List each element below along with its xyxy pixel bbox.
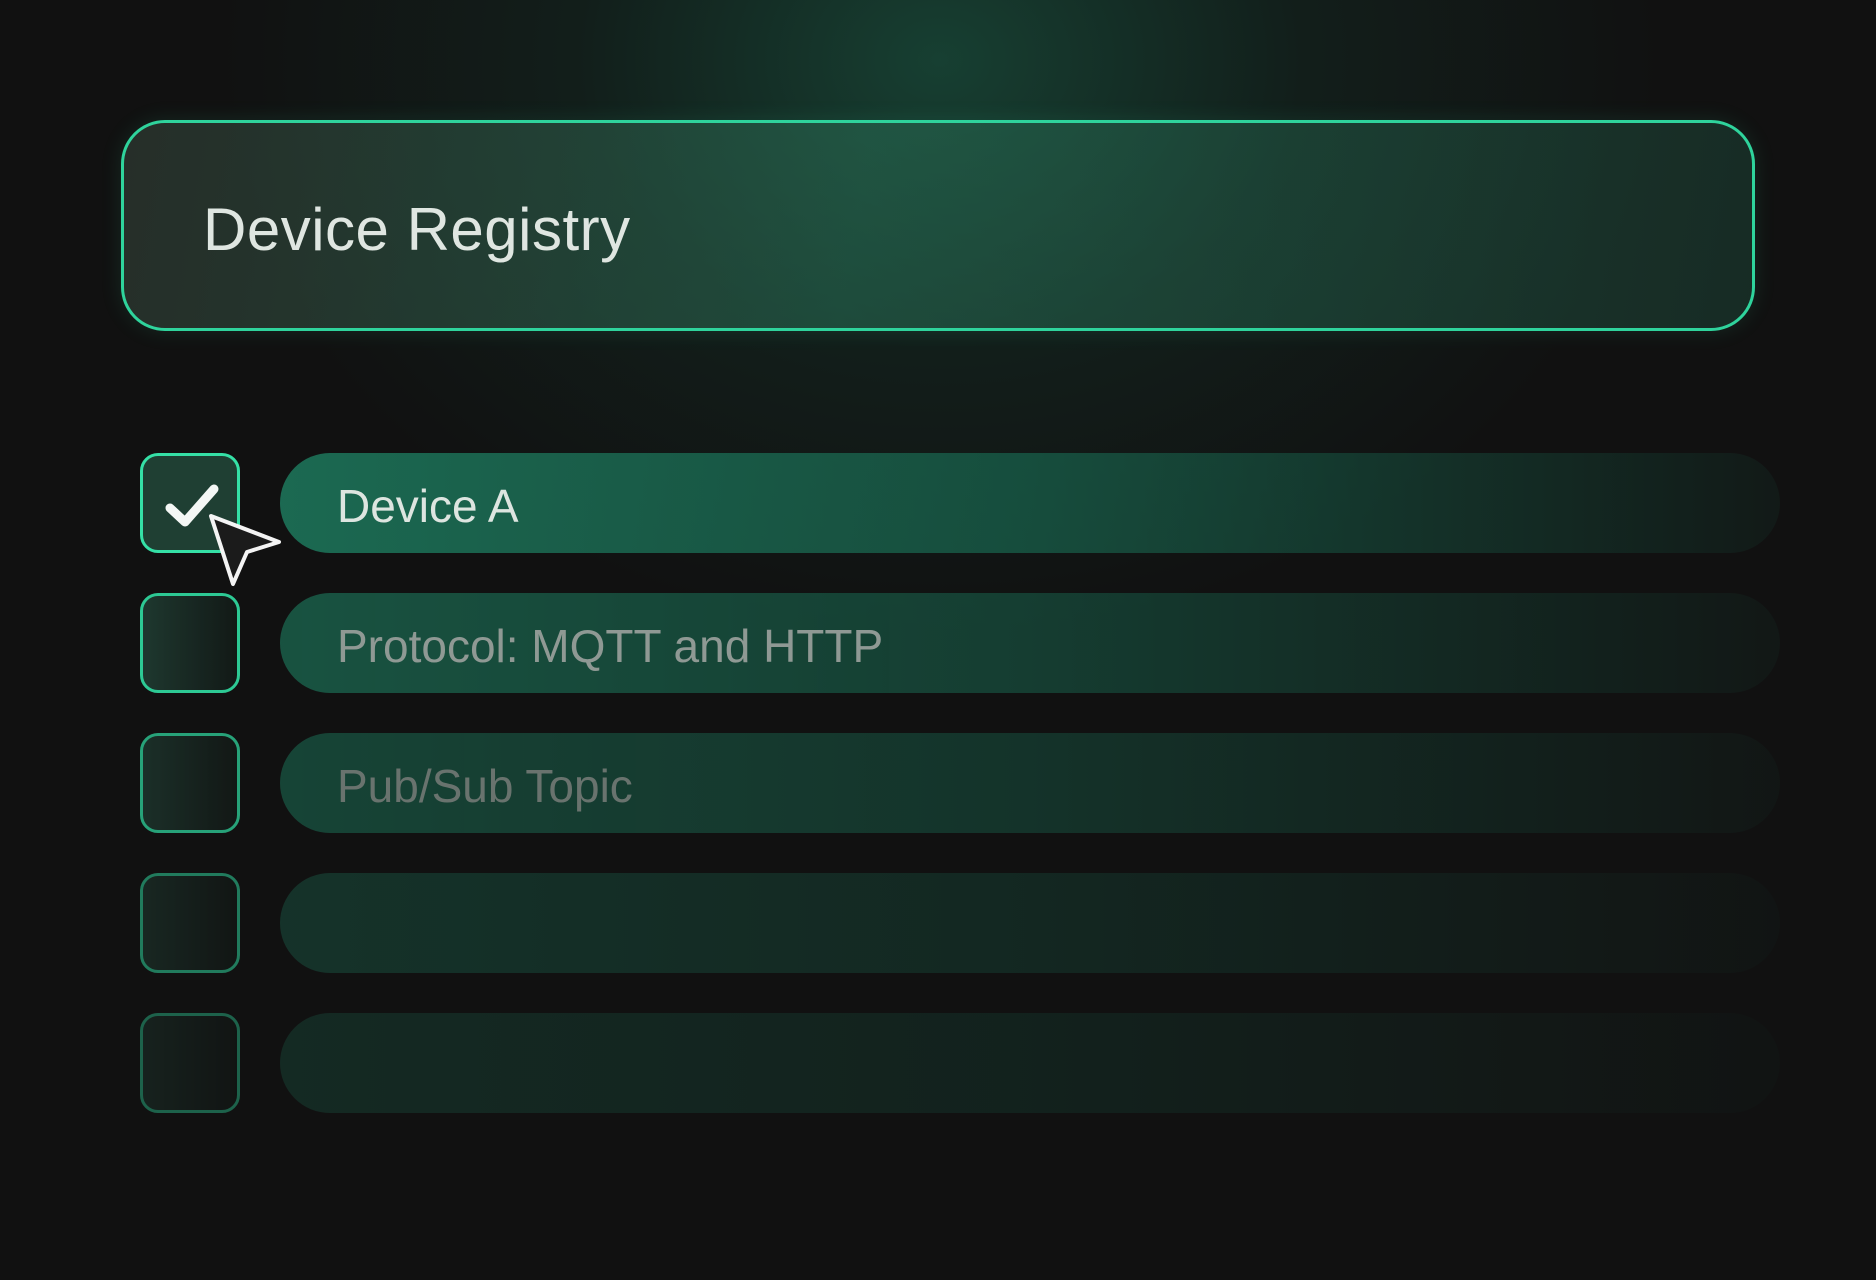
list-item-label: Device A [337, 480, 519, 532]
registry-panel: Device Registry Device A Protocol: MQTT … [0, 0, 1876, 1280]
list-item-bar[interactable]: Protocol: MQTT and HTTP [280, 593, 1780, 693]
checkbox[interactable] [140, 873, 240, 973]
checkbox[interactable] [140, 1013, 240, 1113]
list-item-device-a[interactable]: Device A [140, 453, 1780, 553]
list-item-bar[interactable]: Device A [280, 453, 1780, 553]
header-card: Device Registry [121, 120, 1755, 331]
list-item-label: Protocol: MQTT and HTTP [337, 620, 884, 672]
page-title: Device Registry [203, 196, 631, 263]
list-item-empty[interactable] [140, 873, 1780, 973]
cursor-pointer-icon [209, 514, 281, 586]
list-item-bar[interactable] [280, 1013, 1780, 1113]
checkbox[interactable] [140, 593, 240, 693]
list-item-bar[interactable]: Pub/Sub Topic [280, 733, 1780, 833]
list-item-label: Pub/Sub Topic [337, 760, 633, 812]
list-item-bar[interactable] [280, 873, 1780, 973]
checkbox[interactable] [140, 733, 240, 833]
list-item-protocol[interactable]: Protocol: MQTT and HTTP [140, 593, 1780, 693]
list-item-empty[interactable] [140, 1013, 1780, 1113]
list-item-pubsub-topic[interactable]: Pub/Sub Topic [140, 733, 1780, 833]
